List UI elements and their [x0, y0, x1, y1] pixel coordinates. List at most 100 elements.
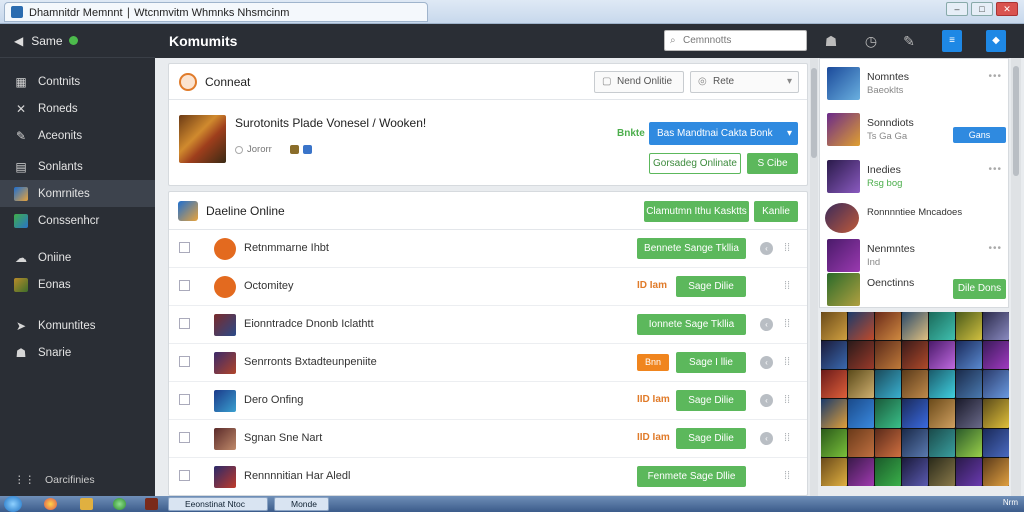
- row-action-button[interactable]: Ionnete Sage Tkllia: [637, 314, 746, 335]
- more-icon[interactable]: •••: [988, 243, 1002, 254]
- grid-thumbnail[interactable]: [875, 370, 901, 399]
- minimize-button[interactable]: –: [946, 2, 968, 16]
- grid-thumbnail[interactable]: [821, 312, 847, 341]
- sidebar-item-roneds[interactable]: ✕ Roneds: [0, 95, 155, 122]
- row-checkbox[interactable]: [179, 432, 190, 443]
- table-row[interactable]: Senrronts Bxtadteunpeniite Bnn Sage I ll…: [169, 344, 807, 382]
- browser-icon[interactable]: [44, 498, 57, 510]
- drag-handle-icon[interactable]: ⁞⁞: [784, 432, 790, 444]
- featured-game-image[interactable]: [179, 115, 226, 163]
- grid-thumbnail[interactable]: [956, 370, 982, 399]
- sidebar-item-komrnites[interactable]: Komrnites: [0, 180, 155, 207]
- grid-thumbnail[interactable]: [983, 428, 1009, 457]
- scrollbar-thumb[interactable]: [1013, 66, 1019, 176]
- browser-tab[interactable]: Dhamnitdr Memnnt ∣ Wtcnmvitm Whmnks Nhsm…: [4, 2, 428, 22]
- row-action-button[interactable]: Fenmete Sage Dllie: [637, 466, 746, 487]
- grid-thumbnail[interactable]: [821, 428, 847, 457]
- info-icon[interactable]: ‹: [760, 242, 773, 255]
- grid-thumbnail[interactable]: [848, 312, 874, 341]
- sidebar-item-eonas[interactable]: Eonas: [0, 271, 155, 298]
- grid-thumbnail[interactable]: [929, 341, 955, 370]
- grid-thumbnail[interactable]: [821, 341, 847, 370]
- table-row[interactable]: Eionntradce Dnonb Iclathtt Ionnete Sage …: [169, 306, 807, 344]
- grid-thumbnail[interactable]: [875, 428, 901, 457]
- grid-thumbnail[interactable]: [821, 457, 847, 486]
- row-action-button[interactable]: Sage Dilie: [676, 276, 746, 297]
- grid-thumbnail[interactable]: [956, 428, 982, 457]
- info-icon[interactable]: ‹: [760, 432, 773, 445]
- grid-thumbnail[interactable]: [902, 312, 928, 341]
- list-item[interactable]: Sonndiots Ts Ga Ga Gans Kancaes: [820, 109, 1008, 156]
- grid-thumbnail[interactable]: [902, 341, 928, 370]
- search-input[interactable]: ⌕ Cemnnotts: [664, 30, 807, 51]
- sidebar-item-conssenhcr[interactable]: Conssenhcr: [0, 207, 155, 234]
- settings-button[interactable]: ◆: [986, 30, 1006, 52]
- grid-thumbnail[interactable]: [848, 399, 874, 428]
- grid-thumbnail[interactable]: [902, 457, 928, 486]
- row-checkbox[interactable]: [179, 242, 190, 253]
- grid-thumbnail[interactable]: [983, 399, 1009, 428]
- info-icon[interactable]: ‹: [760, 394, 773, 407]
- grid-thumbnail[interactable]: [902, 428, 928, 457]
- drag-handle-icon[interactable]: ⁞⁞: [784, 318, 790, 330]
- header-action-button[interactable]: Clamutmn Ithu Kasktts: [644, 201, 749, 222]
- more-icon[interactable]: •••: [988, 164, 1002, 175]
- sidebar-item-komuntites[interactable]: ➤ Komuntites: [0, 312, 155, 339]
- sidebar-footer[interactable]: ⋮⋮ Oarcifinies: [0, 470, 95, 490]
- system-tray[interactable]: Nrm: [1003, 498, 1018, 507]
- grid-thumbnail[interactable]: [956, 341, 982, 370]
- grid-thumbnail[interactable]: [956, 399, 982, 428]
- grid-thumbnail[interactable]: [929, 428, 955, 457]
- table-row[interactable]: Dero Onfing IID Iam Sage Dilie ‹ ⁞⁞: [169, 382, 807, 420]
- grid-thumbnail[interactable]: [875, 399, 901, 428]
- sidebar-item-aceonits[interactable]: ✎ Aceonits: [0, 122, 155, 149]
- sidebar-item-snarie[interactable]: ☗ Snarie: [0, 339, 155, 366]
- wrench-icon[interactable]: ✎: [900, 32, 918, 50]
- table-row[interactable]: Sgnan Sne Nart IID Iam Sage Dilie ‹ ⁞⁞: [169, 420, 807, 458]
- view-button[interactable]: Gans Kancaes: [953, 127, 1006, 156]
- grid-thumbnail[interactable]: [956, 457, 982, 486]
- media-icon[interactable]: [113, 498, 126, 510]
- grid-thumbnail[interactable]: [848, 457, 874, 486]
- grid-thumbnail[interactable]: [821, 399, 847, 428]
- info-icon[interactable]: ‹: [760, 318, 773, 331]
- sidebar-item-oniine[interactable]: ☁ Oniine: [0, 244, 155, 271]
- list-item[interactable]: Inedies Rsg bog •••: [820, 156, 1008, 198]
- rate-dropdown[interactable]: ◎ Rete ▾: [690, 71, 799, 93]
- sidebar-item-sonlants[interactable]: ▤ Sonlants: [0, 153, 155, 180]
- row-action-button[interactable]: Bennete Sange Tkllia: [637, 238, 746, 259]
- grid-thumbnail[interactable]: [929, 457, 955, 486]
- grid-thumbnail[interactable]: [875, 457, 901, 486]
- grid-thumbnail[interactable]: [929, 370, 955, 399]
- grid-thumbnail[interactable]: [983, 370, 1009, 399]
- sidebar-profile[interactable]: ◀ Same: [0, 24, 155, 58]
- start-button[interactable]: [4, 496, 22, 512]
- secondary-button[interactable]: Gorsadeg Onlinate: [649, 153, 741, 174]
- row-action-button[interactable]: Sage Dilie: [676, 390, 746, 411]
- notification-button[interactable]: ≡: [942, 30, 962, 52]
- grid-thumbnail[interactable]: [902, 370, 928, 399]
- right-scrollbar[interactable]: [1011, 58, 1021, 496]
- sidebar-item-contnits[interactable]: ▦ Contnits: [0, 68, 155, 95]
- row-checkbox[interactable]: [179, 318, 190, 329]
- drag-handle-icon[interactable]: ⁞⁞: [784, 470, 790, 482]
- close-button[interactable]: ✕: [996, 2, 1018, 16]
- table-row[interactable]: Octomitey ID Iam Sage Dilie ⁞⁞: [169, 268, 807, 306]
- taskbar-window-button[interactable]: Monde: [274, 497, 329, 511]
- grid-thumbnail[interactable]: [983, 341, 1009, 370]
- more-icon[interactable]: •••: [988, 71, 1002, 82]
- list-item[interactable]: Oenctinns Dile Dons: [820, 269, 1008, 311]
- done-button[interactable]: Dile Dons: [953, 279, 1006, 299]
- row-checkbox[interactable]: [179, 470, 190, 481]
- folder-icon[interactable]: [80, 498, 93, 510]
- grid-thumbnail[interactable]: [848, 341, 874, 370]
- grid-thumbnail[interactable]: [848, 428, 874, 457]
- grid-thumbnail[interactable]: [875, 341, 901, 370]
- table-row[interactable]: Rennnnitian Har Aledl Fenmete Sage Dllie…: [169, 458, 807, 496]
- list-item[interactable]: Nomntes Baeoklts •••: [820, 63, 1008, 105]
- row-action-button[interactable]: Sage Dilie: [676, 428, 746, 449]
- grid-thumbnail[interactable]: [929, 312, 955, 341]
- scrollbar-thumb[interactable]: [811, 68, 817, 158]
- grid-thumbnail[interactable]: [929, 399, 955, 428]
- grid-thumbnail[interactable]: [902, 399, 928, 428]
